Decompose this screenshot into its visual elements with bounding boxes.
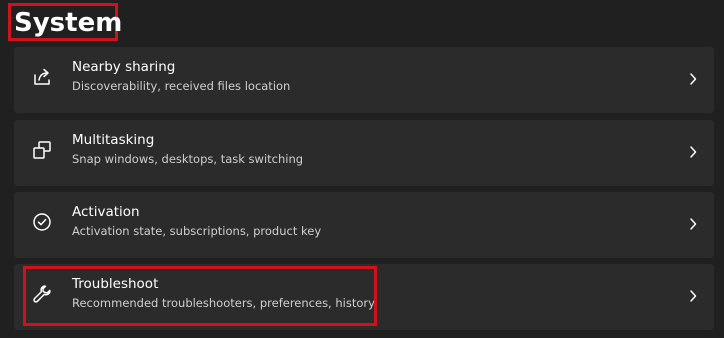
chevron-right-icon <box>688 72 698 86</box>
chevron-right-icon <box>688 289 698 303</box>
share-icon <box>31 66 53 88</box>
troubleshoot-description: Recommended troubleshooters, preferences… <box>72 296 375 310</box>
check-circle-icon <box>31 211 53 233</box>
activation-item[interactable]: Activation Activation state, subscriptio… <box>14 192 714 258</box>
activation-description: Activation state, subscriptions, product… <box>72 224 322 238</box>
page-title: System <box>14 8 123 38</box>
multitasking-icon <box>31 139 53 161</box>
nearby-sharing-label: Nearby sharing <box>72 59 176 75</box>
chevron-right-icon <box>688 145 698 159</box>
nearby-sharing-item[interactable]: Nearby sharing Discoverability, received… <box>14 47 714 113</box>
multitasking-label: Multitasking <box>72 132 155 148</box>
activation-label: Activation <box>72 204 140 220</box>
multitasking-item[interactable]: Multitasking Snap windows, desktops, tas… <box>14 120 714 186</box>
settings-page: System Nearby sharing Discoverability, r… <box>0 0 724 338</box>
page-title-highlight: System <box>8 3 122 41</box>
nearby-sharing-description: Discoverability, received files location <box>72 79 291 93</box>
troubleshoot-label: Troubleshoot <box>72 276 159 292</box>
chevron-right-icon <box>688 217 698 231</box>
multitasking-description: Snap windows, desktops, task switching <box>72 152 304 166</box>
troubleshoot-item[interactable]: Troubleshoot Recommended troubleshooters… <box>14 264 714 330</box>
wrench-icon <box>31 283 53 305</box>
